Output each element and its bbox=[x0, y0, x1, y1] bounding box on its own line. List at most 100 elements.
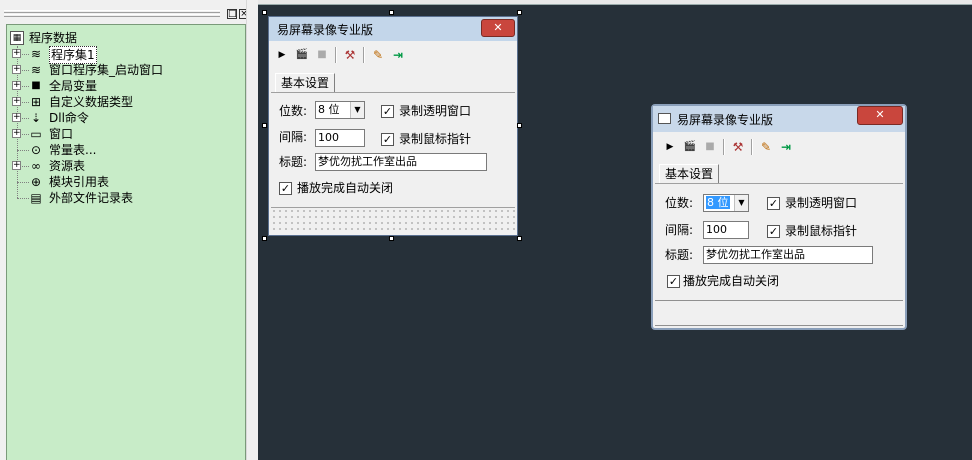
panel-grip[interactable] bbox=[4, 10, 220, 13]
tree-expander-icon[interactable]: + bbox=[12, 81, 21, 90]
stop-icon[interactable]: ■ bbox=[701, 138, 719, 156]
interval-input[interactable]: 100 bbox=[315, 129, 365, 147]
bits-select[interactable]: 8 位 ▼ bbox=[315, 101, 365, 119]
tree-item-label: 窗口程序集_启动窗口 bbox=[49, 63, 164, 77]
tree-item-label: 自定义数据类型 bbox=[49, 95, 134, 109]
record-icon[interactable]: 🎬 bbox=[681, 138, 699, 156]
stack-icon: ≋ bbox=[30, 47, 42, 61]
panel-splitter[interactable] bbox=[246, 0, 258, 460]
exit-icon[interactable]: ⇥ bbox=[777, 138, 795, 156]
tools-icon[interactable]: ⚒ bbox=[341, 46, 359, 64]
record-pointer-checkbox[interactable]: ✓ bbox=[381, 133, 394, 146]
chevron-down-icon[interactable]: ▼ bbox=[734, 195, 748, 211]
resize-handle[interactable] bbox=[389, 236, 394, 241]
design-form-titlebar[interactable]: 易屏幕录像专业版 ✕ bbox=[269, 17, 517, 41]
preview-form-close-button[interactable]: ✕ bbox=[857, 106, 903, 125]
preview-form-window[interactable]: 易屏幕录像专业版 ✕ ▶ 🎬 ■ ⚒ ✎ ⇥ 基本设置 位数: 8 位 ▼ ✓ … bbox=[651, 104, 907, 330]
tree-item-constants[interactable]: ⊙ 常量表... bbox=[7, 142, 237, 158]
preview-form-title: 易屏幕录像专业版 bbox=[677, 113, 774, 127]
tree-item-external-files[interactable]: ▤ 外部文件记录表 bbox=[7, 190, 237, 206]
stop-icon[interactable]: ■ bbox=[313, 46, 331, 64]
tree-expander-icon[interactable]: + bbox=[12, 49, 21, 58]
bits-select-value: 8 位 bbox=[318, 103, 340, 116]
play-icon[interactable]: ▶ bbox=[661, 138, 679, 156]
auto-close-label: 播放完成自动关闭 bbox=[683, 274, 780, 288]
auto-close-checkbox[interactable]: ✓ bbox=[279, 182, 292, 195]
resize-handle[interactable] bbox=[262, 236, 267, 241]
tree-item-custom-datatypes[interactable]: + ⊞ 自定义数据类型 bbox=[7, 94, 237, 110]
window-icon: ▭ bbox=[30, 127, 42, 141]
resize-handle[interactable] bbox=[517, 236, 522, 241]
bits-label: 位数: bbox=[279, 104, 308, 118]
auto-close-checkbox[interactable]: ✓ bbox=[667, 275, 680, 288]
dll-icon: ⇣ bbox=[30, 111, 42, 125]
resize-handle[interactable] bbox=[517, 123, 522, 128]
tree-item-label: 常量表... bbox=[49, 143, 97, 157]
status-bar-area bbox=[271, 207, 515, 233]
preview-form-toolbar: ▶ 🎬 ■ ⚒ ✎ ⇥ bbox=[657, 136, 897, 158]
tree-item-assembly1[interactable]: + ≋ 程序集1 bbox=[7, 46, 237, 64]
resize-handle[interactable] bbox=[262, 123, 267, 128]
bits-label: 位数: bbox=[665, 196, 694, 210]
module-icon: ⊕ bbox=[30, 175, 42, 189]
project-panel: □ × ▦ 程序数据 + ≋ 程序集1 + ≋ 窗口程序集_启动窗口 + ■ 全… bbox=[0, 0, 258, 460]
project-tree: ▦ 程序数据 + ≋ 程序集1 + ≋ 窗口程序集_启动窗口 + ■ 全局变量 … bbox=[6, 24, 246, 460]
transparent-window-checkbox[interactable]: ✓ bbox=[767, 197, 780, 210]
panel-grip-lower bbox=[4, 14, 220, 17]
resize-handle[interactable] bbox=[262, 10, 267, 15]
edit-icon[interactable]: ✎ bbox=[757, 138, 775, 156]
file-icon: ▤ bbox=[30, 191, 42, 205]
bits-select-value: 8 位 bbox=[706, 196, 730, 209]
tree-item-global-variables[interactable]: + ■ 全局变量 bbox=[7, 78, 237, 94]
tree-expander-icon[interactable]: + bbox=[12, 113, 21, 122]
tree-expander-icon[interactable]: + bbox=[12, 161, 21, 170]
title-label: 标题: bbox=[279, 155, 308, 169]
tree-root-label: 程序数据 bbox=[29, 31, 78, 45]
tree-item-startup-window-assembly[interactable]: + ≋ 窗口程序集_启动窗口 bbox=[7, 62, 237, 78]
tree-expander-icon[interactable]: + bbox=[12, 97, 21, 106]
preview-form-titlebar[interactable]: 易屏幕录像专业版 ✕ bbox=[653, 106, 905, 132]
tree-item-dll-commands[interactable]: + ⇣ Dll命令 bbox=[7, 110, 237, 126]
panel-header: □ × bbox=[0, 4, 258, 22]
design-form-toolbar: ▶ 🎬 ■ ⚒ ✎ ⇥ bbox=[273, 44, 513, 66]
design-form-close-button[interactable]: ✕ bbox=[481, 19, 515, 37]
constant-icon: ⊙ bbox=[30, 143, 42, 157]
panel-max-button[interactable]: □ bbox=[227, 9, 237, 19]
interval-input[interactable]: 100 bbox=[703, 221, 749, 239]
bits-select[interactable]: 8 位 ▼ bbox=[703, 194, 749, 212]
tree-item-windows[interactable]: + ▭ 窗口 bbox=[7, 126, 237, 142]
canvas-top-border bbox=[258, 0, 972, 5]
interval-label: 间隔: bbox=[665, 223, 694, 237]
resize-handle[interactable] bbox=[517, 10, 522, 15]
tree-item-label: 模块引用表 bbox=[49, 175, 110, 189]
tree-item-resources[interactable]: + ∞ 资源表 bbox=[7, 158, 237, 174]
design-form-window[interactable]: 易屏幕录像专业版 ✕ ▶ 🎬 ■ ⚒ ✎ ⇥ 基本设置 位数: 8 位 ▼ ✓ … bbox=[268, 16, 518, 236]
transparent-window-checkbox[interactable]: ✓ bbox=[381, 105, 394, 118]
app-window-icon bbox=[658, 113, 671, 124]
transparent-window-label: 录制透明窗口 bbox=[399, 104, 472, 118]
title-label: 标题: bbox=[665, 248, 694, 262]
tree-item-label: 外部文件记录表 bbox=[49, 191, 134, 205]
play-icon[interactable]: ▶ bbox=[273, 46, 291, 64]
chevron-down-icon[interactable]: ▼ bbox=[350, 102, 364, 118]
tree-item-label: 窗口 bbox=[49, 127, 74, 141]
tree-item-label: 资源表 bbox=[49, 159, 86, 173]
exit-icon[interactable]: ⇥ bbox=[389, 46, 407, 64]
resize-handle[interactable] bbox=[389, 10, 394, 15]
record-icon[interactable]: 🎬 bbox=[293, 46, 311, 64]
record-pointer-checkbox[interactable]: ✓ bbox=[767, 225, 780, 238]
title-input[interactable]: 梦优勿扰工作室出品 bbox=[315, 153, 487, 171]
tools-icon[interactable]: ⚒ bbox=[729, 138, 747, 156]
database-icon: ▦ bbox=[10, 31, 24, 45]
tree-expander-icon[interactable]: + bbox=[12, 65, 21, 74]
title-input[interactable]: 梦优勿扰工作室出品 bbox=[703, 246, 873, 264]
edit-icon[interactable]: ✎ bbox=[369, 46, 387, 64]
tree-item-module-refs[interactable]: ⊕ 模块引用表 bbox=[7, 174, 237, 190]
tab-basic-settings[interactable]: 基本设置 bbox=[275, 73, 336, 93]
resource-icon: ∞ bbox=[31, 159, 41, 173]
stack-icon: ≋ bbox=[30, 63, 42, 77]
tab-basic-settings[interactable]: 基本设置 bbox=[659, 164, 720, 184]
tree-expander-icon[interactable]: + bbox=[12, 129, 21, 138]
auto-close-label: 播放完成自动关闭 bbox=[297, 181, 394, 195]
status-bar-area bbox=[655, 300, 903, 326]
